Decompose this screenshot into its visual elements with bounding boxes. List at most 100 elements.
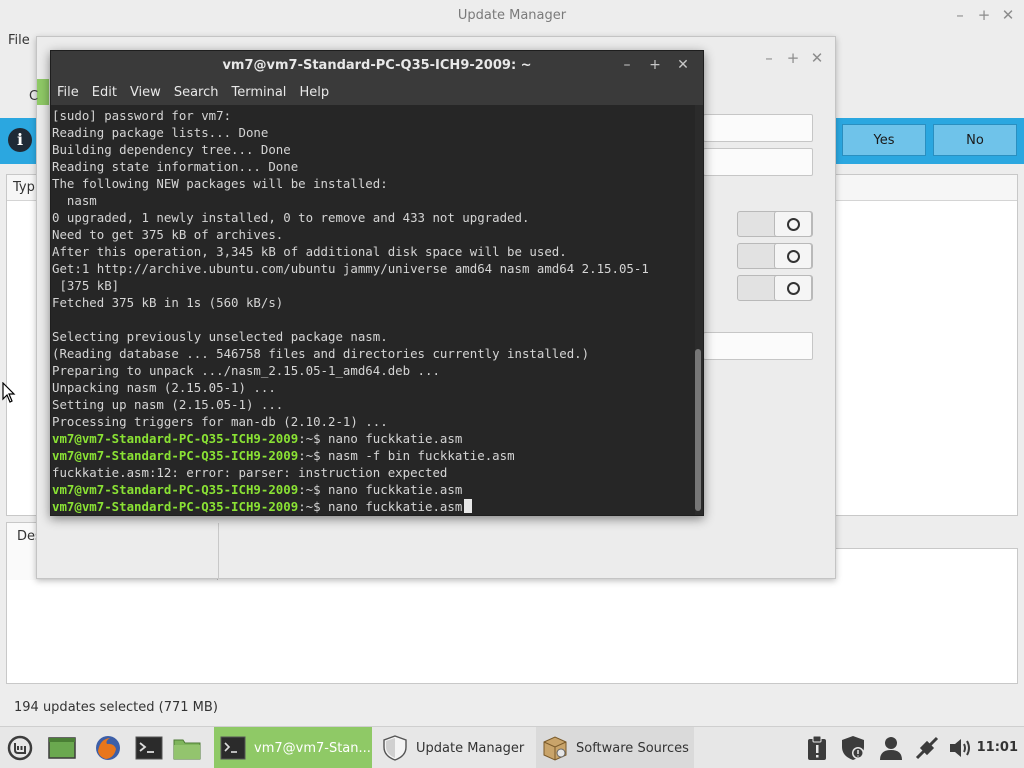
clock[interactable]: 11:01 xyxy=(977,740,1018,755)
package-icon xyxy=(543,736,567,761)
dialog-window-controls: – + ✕ xyxy=(757,43,829,73)
dialog-field-1[interactable] xyxy=(703,114,813,142)
terminal-prompt: vm7@vm7-Standard-PC-Q35-ICH9-2009 xyxy=(52,431,299,446)
network-icon[interactable] xyxy=(914,735,940,761)
terminal-line: Preparing to unpack .../nasm_2.15.05-1_a… xyxy=(52,363,440,378)
close-icon[interactable]: ✕ xyxy=(669,57,697,73)
terminal-window-controls: – + ✕ xyxy=(613,51,697,79)
terminal-menu-file[interactable]: File xyxy=(57,85,79,100)
terminal-menu-terminal[interactable]: Terminal xyxy=(231,85,286,100)
terminal-line: Building dependency tree... Done xyxy=(52,142,291,157)
terminal-line: fuckkatie.asm:12: error: parser: instruc… xyxy=(52,465,448,480)
show-desktop-icon[interactable] xyxy=(48,735,76,761)
dialog-tab-accent xyxy=(37,79,49,105)
terminal-menu-search[interactable]: Search xyxy=(174,85,219,100)
terminal-line: (Reading database ... 546758 files and d… xyxy=(52,346,590,361)
minimize-icon[interactable]: – xyxy=(948,6,972,24)
maximize-icon[interactable]: + xyxy=(641,57,669,73)
terminal-line: After this operation, 3,345 kB of additi… xyxy=(52,244,567,259)
firefox-icon[interactable] xyxy=(94,735,122,761)
terminal-prompt-path: :~$ xyxy=(298,431,321,446)
terminal-icon xyxy=(220,736,246,760)
status-text: 194 updates selected (771 MB) xyxy=(14,700,218,715)
terminal-icon[interactable] xyxy=(135,735,163,761)
terminal-line: [sudo] password for vm7: xyxy=(52,108,232,123)
terminal-menu-help[interactable]: Help xyxy=(299,85,329,100)
terminal-titlebar[interactable]: vm7@vm7-Standard-PC-Q35-ICH9-2009: ~ xyxy=(51,51,703,79)
terminal-window: vm7@vm7-Standard-PC-Q35-ICH9-2009: ~ – +… xyxy=(50,50,704,516)
files-icon[interactable] xyxy=(173,735,201,761)
menu-file[interactable]: File xyxy=(8,33,30,48)
terminal-prompt: vm7@vm7-Standard-PC-Q35-ICH9-2009 xyxy=(52,482,299,497)
terminal-line: Reading package lists... Done xyxy=(52,125,269,140)
maximize-icon[interactable]: + xyxy=(972,6,996,24)
terminal-command: nano fuckkatie.asm xyxy=(320,431,463,446)
mint-menu-icon[interactable] xyxy=(6,735,34,761)
minimize-icon[interactable]: – xyxy=(613,57,641,73)
terminal-output[interactable]: [sudo] password for vm7: Reading package … xyxy=(51,105,695,515)
terminal-title: vm7@vm7-Standard-PC-Q35-ICH9-2009: ~ xyxy=(222,57,532,73)
terminal-command: nasm -f bin fuckkatie.asm xyxy=(320,448,515,463)
update-manager-window-controls: – + ✕ xyxy=(948,0,1020,30)
maximize-icon[interactable]: + xyxy=(781,49,805,67)
terminal-prompt-line: vm7@vm7-Standard-PC-Q35-ICH9-2009:~$ nas… xyxy=(52,447,695,464)
close-icon[interactable]: ✕ xyxy=(996,6,1020,24)
terminal-line: Need to get 375 kB of archives. xyxy=(52,227,284,242)
terminal-menu-edit[interactable]: Edit xyxy=(92,85,117,100)
terminal-prompt: vm7@vm7-Standard-PC-Q35-ICH9-2009 xyxy=(52,448,299,463)
taskbar-item-terminal[interactable]: vm7@vm7-Stan... xyxy=(214,727,372,768)
close-icon[interactable]: ✕ xyxy=(805,49,829,67)
toggle-knob xyxy=(774,211,812,237)
taskbar-item-software-sources[interactable]: Software Sources xyxy=(536,727,694,768)
terminal-line: Unpacking nasm (2.15.05-1) ... xyxy=(52,380,276,395)
toggle-knob xyxy=(774,243,812,269)
terminal-line: Reading state information... Done xyxy=(52,159,299,174)
dialog-field-2[interactable] xyxy=(703,148,813,176)
terminal-line: Setting up nasm (2.15.05-1) ... xyxy=(52,397,284,412)
volume-icon[interactable] xyxy=(948,735,974,761)
terminal-scrollbar[interactable] xyxy=(695,349,701,511)
update-manager-title: Update Manager xyxy=(457,7,567,23)
terminal-line: The following NEW packages will be insta… xyxy=(52,176,388,191)
terminal-prompt-line: vm7@vm7-Standard-PC-Q35-ICH9-2009:~$ nan… xyxy=(52,498,695,515)
toggle-switch-3[interactable] xyxy=(737,275,813,301)
terminal-prompt-line: vm7@vm7-Standard-PC-Q35-ICH9-2009:~$ nan… xyxy=(52,481,695,498)
toggle-switch-2[interactable] xyxy=(737,243,813,269)
user-icon[interactable] xyxy=(878,735,904,761)
terminal-cursor xyxy=(464,499,473,513)
terminal-line: Selecting previously unselected package … xyxy=(52,329,388,344)
mouse-pointer-icon xyxy=(2,382,16,403)
toggle-knob xyxy=(774,275,812,301)
taskbar-item-label: vm7@vm7-Stan... xyxy=(254,740,371,756)
terminal-command: nano fuckkatie.asm xyxy=(320,499,463,514)
taskbar: vm7@vm7-Stan... Update Manager Software … xyxy=(0,726,1024,768)
no-button[interactable]: No xyxy=(933,124,1017,156)
terminal-prompt-path: :~$ xyxy=(298,448,321,463)
terminal-line: Fetched 375 kB in 1s (560 kB/s) xyxy=(52,295,284,310)
terminal-menubar: File Edit View Search Terminal Help xyxy=(51,79,703,105)
terminal-prompt-line: vm7@vm7-Standard-PC-Q35-ICH9-2009:~$ nan… xyxy=(52,430,695,447)
terminal-menu-view[interactable]: View xyxy=(130,85,161,100)
terminal-command: nano fuckkatie.asm xyxy=(320,482,463,497)
terminal-prompt: vm7@vm7-Standard-PC-Q35-ICH9-2009 xyxy=(52,499,299,514)
terminal-line: 0 upgraded, 1 newly installed, 0 to remo… xyxy=(52,210,530,225)
terminal-line: Processing triggers for man-db (2.10.2-1… xyxy=(52,414,388,429)
taskbar-item-label: Update Manager xyxy=(416,740,525,756)
terminal-prompt-path: :~$ xyxy=(298,499,321,514)
terminal-line: nasm xyxy=(52,193,97,208)
toggle-switch-1[interactable] xyxy=(737,211,813,237)
terminal-prompt-path: :~$ xyxy=(298,482,321,497)
yes-button[interactable]: Yes xyxy=(842,124,926,156)
clipboard-icon[interactable] xyxy=(804,735,830,761)
update-manager-titlebar[interactable]: Update Manager xyxy=(0,0,1024,30)
column-type-header[interactable]: Typ xyxy=(13,180,35,195)
dialog-separator xyxy=(218,523,219,579)
info-icon: i xyxy=(8,128,32,152)
minimize-icon[interactable]: – xyxy=(757,49,781,67)
dialog-field-3[interactable] xyxy=(703,332,813,360)
dialog-partial-label: C xyxy=(29,89,39,104)
taskbar-item-update-manager[interactable]: Update Manager xyxy=(376,727,532,768)
security-shield-icon[interactable] xyxy=(840,735,866,761)
shield-icon xyxy=(383,735,407,761)
